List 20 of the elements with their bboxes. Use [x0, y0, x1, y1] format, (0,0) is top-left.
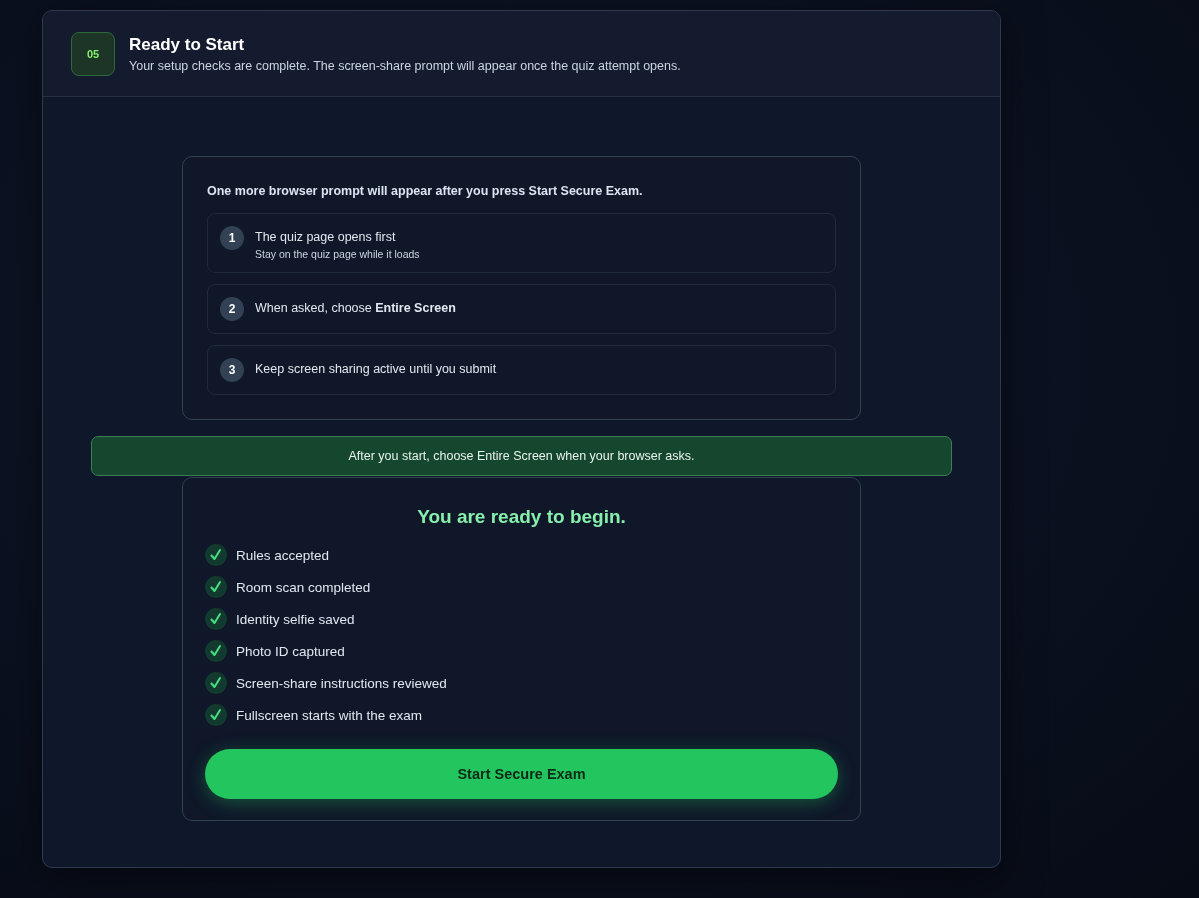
- start-exam-button[interactable]: Start Secure Exam: [205, 749, 838, 799]
- ready-heading: You are ready to begin.: [416, 506, 627, 528]
- step-text: Keep screen sharing active until you submit: [255, 362, 497, 376]
- step-number: 1: [220, 226, 244, 250]
- step-text: The quiz page opens first: [255, 230, 397, 244]
- checklist-item: Rules accepted: [236, 547, 330, 563]
- banner-text: After you start, choose Entire Screen when your browser asks.: [348, 449, 695, 463]
- step-badge: 05: [71, 31, 115, 76]
- step-text: When asked, choose Entire Screen: [255, 301, 456, 315]
- checklist-item: Photo ID captured: [236, 643, 345, 659]
- step-title: Ready to Start: [129, 34, 246, 55]
- prompt-intro: One more browser prompt will appear after you press Start Secure Exam.: [207, 184, 644, 198]
- step-number: 3: [220, 358, 244, 382]
- checklist-item: Fullscreen starts with the exam: [236, 707, 423, 723]
- checklist-item: Room scan completed: [236, 579, 371, 595]
- checklist-item: Screen-share instructions reviewed: [236, 675, 447, 691]
- step-subtitle: Your setup checks are complete. The screen-share prompt will appear once the quiz attempt opens.: [129, 58, 681, 73]
- step-number: 2: [220, 297, 244, 321]
- step-note: Stay on the quiz page while it loads: [255, 248, 420, 260]
- checklist-item: Identity selfie saved: [236, 611, 355, 627]
